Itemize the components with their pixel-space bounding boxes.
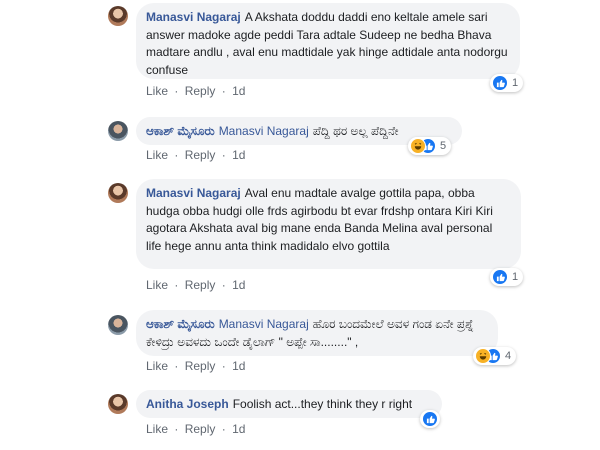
avatar[interactable] bbox=[108, 315, 128, 335]
separator: · bbox=[174, 278, 179, 292]
comment-text: Foolish act...they think they r right bbox=[232, 397, 413, 411]
comment-text: ಪೆದ್ದಿ ಥರ ಅಲ್ಲ ಪೆದ್ದಿನೇ bbox=[312, 124, 399, 138]
reaction-count: 1 bbox=[512, 271, 519, 283]
comment-author[interactable]: ಆಕಾಶ್ ಮೈಸೂರು bbox=[146, 317, 215, 331]
comment-time[interactable]: 1d bbox=[232, 359, 245, 373]
separator: · bbox=[174, 84, 179, 98]
comment-actions: Like · Reply · 1d bbox=[146, 422, 245, 436]
comment-author[interactable]: Anitha Joseph bbox=[146, 397, 229, 411]
reaction-summary[interactable]: 1 bbox=[490, 268, 524, 286]
like-link[interactable]: Like bbox=[146, 359, 168, 373]
comment-bubble: ಆಕಾಶ್ ಮೈಸೂರು Manasvi Nagaraj ಹೊರ ಬಂದಮೇಲೆ ಅ… bbox=[136, 310, 498, 356]
haha-icon bbox=[475, 348, 491, 364]
avatar[interactable] bbox=[108, 121, 128, 141]
separator: · bbox=[221, 422, 226, 436]
separator: · bbox=[221, 359, 226, 373]
reply-link[interactable]: Reply bbox=[185, 359, 216, 373]
haha-icon bbox=[410, 138, 426, 154]
like-link[interactable]: Like bbox=[146, 84, 168, 98]
comment-bubble: Manasvi Nagaraj A Akshata doddu daddi eno… bbox=[136, 3, 520, 79]
like-icon bbox=[492, 269, 508, 285]
like-link[interactable]: Like bbox=[146, 422, 168, 436]
reaction-count: 1 bbox=[512, 77, 519, 89]
avatar[interactable] bbox=[108, 183, 128, 203]
reply-link[interactable]: Reply bbox=[185, 84, 216, 98]
comment-bubble: Anitha Joseph Foolish act...they think th… bbox=[136, 390, 442, 418]
reaction-summary[interactable]: 1 bbox=[490, 74, 524, 92]
separator: · bbox=[174, 148, 179, 162]
like-icon bbox=[422, 411, 438, 427]
like-link[interactable]: Like bbox=[146, 278, 168, 292]
reaction-summary[interactable]: 4 bbox=[473, 347, 517, 365]
avatar[interactable] bbox=[108, 6, 128, 26]
reaction-summary[interactable] bbox=[420, 410, 440, 428]
reaction-count: 4 bbox=[505, 350, 512, 362]
like-link[interactable]: Like bbox=[146, 148, 168, 162]
comment-time[interactable]: 1d bbox=[232, 148, 245, 162]
comment-author[interactable]: Manasvi Nagaraj bbox=[146, 186, 241, 200]
reply-link[interactable]: Reply bbox=[185, 148, 216, 162]
separator: · bbox=[221, 84, 226, 98]
comment-actions: Like · Reply · 1d bbox=[146, 148, 245, 162]
comment-actions: Like · Reply · 1d bbox=[146, 359, 245, 373]
comment-author[interactable]: Manasvi Nagaraj bbox=[146, 10, 241, 24]
separator: · bbox=[221, 278, 226, 292]
like-icon bbox=[492, 75, 508, 91]
reply-link[interactable]: Reply bbox=[185, 422, 216, 436]
avatar[interactable] bbox=[108, 394, 128, 414]
separator: · bbox=[174, 422, 179, 436]
comment-time[interactable]: 1d bbox=[232, 84, 245, 98]
reaction-summary[interactable]: 5 bbox=[408, 137, 452, 155]
separator: · bbox=[174, 359, 179, 373]
reaction-count: 5 bbox=[440, 140, 447, 152]
separator: · bbox=[221, 148, 226, 162]
mentioned-user[interactable]: Manasvi Nagaraj bbox=[219, 317, 309, 331]
reply-link[interactable]: Reply bbox=[185, 278, 216, 292]
mentioned-user[interactable]: Manasvi Nagaraj bbox=[219, 124, 309, 138]
comment-actions: Like · Reply · 1d bbox=[146, 278, 245, 292]
comment-author[interactable]: ಆಕಾಶ್ ಮೈಸೂರು bbox=[146, 124, 215, 138]
comment-time[interactable]: 1d bbox=[232, 278, 245, 292]
comment-bubble: Manasvi Nagaraj Aval enu madtale avalge g… bbox=[136, 179, 521, 269]
comment-time[interactable]: 1d bbox=[232, 422, 245, 436]
comment-actions: Like · Reply · 1d bbox=[146, 84, 245, 98]
